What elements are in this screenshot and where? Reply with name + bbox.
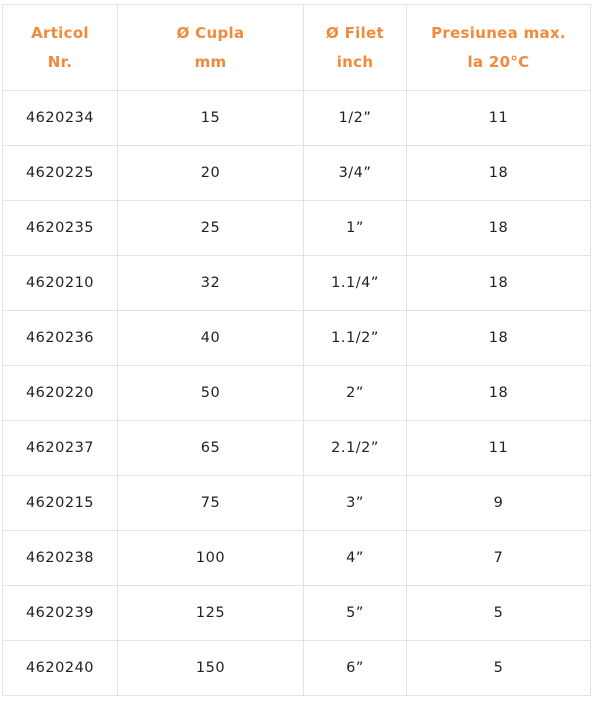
cell-max-pressure: 7 xyxy=(406,530,591,586)
table-row: 4620215 75 3” 9 xyxy=(2,475,591,531)
cell-max-pressure: 18 xyxy=(406,200,591,256)
table-row: 4620235 25 1” 18 xyxy=(2,200,591,256)
cell-coupling-diameter: 32 xyxy=(117,255,304,311)
cell-max-pressure: 11 xyxy=(406,420,591,476)
header-thread-diameter: Ø Filet inch xyxy=(303,4,407,91)
table-row: 4620239 125 5” 5 xyxy=(2,585,591,641)
table-header: Articol Nr. Ø Cupla mm Ø Filet inch Pres… xyxy=(2,4,591,91)
table-row: 4620220 50 2” 18 xyxy=(2,365,591,421)
cell-coupling-diameter: 25 xyxy=(117,200,304,256)
header-line: Ø Filet xyxy=(326,23,384,42)
cell-coupling-diameter: 40 xyxy=(117,310,304,366)
cell-article-number: 4620236 xyxy=(2,310,118,366)
cell-coupling-diameter: 15 xyxy=(117,90,304,146)
header-article-number: Articol Nr. xyxy=(2,4,118,91)
table-row: 4620234 15 1/2” 11 xyxy=(2,90,591,146)
table-row: 4620210 32 1.1/4” 18 xyxy=(2,255,591,311)
header-line: Nr. xyxy=(47,52,73,71)
cell-max-pressure: 9 xyxy=(406,475,591,531)
table-row: 4620238 100 4” 7 xyxy=(2,530,591,586)
cell-max-pressure: 11 xyxy=(406,90,591,146)
cell-article-number: 4620239 xyxy=(2,585,118,641)
cell-article-number: 4620235 xyxy=(2,200,118,256)
header-row: Articol Nr. Ø Cupla mm Ø Filet inch Pres… xyxy=(2,4,591,91)
header-coupling-diameter: Ø Cupla mm xyxy=(117,4,304,91)
cell-article-number: 4620240 xyxy=(2,640,118,696)
header-line: la 20°C xyxy=(467,52,530,71)
table-row: 4620225 20 3/4” 18 xyxy=(2,145,591,201)
cell-thread-diameter: 2.1/2” xyxy=(303,420,407,476)
cell-max-pressure: 18 xyxy=(406,145,591,201)
cell-max-pressure: 5 xyxy=(406,640,591,696)
header-line: Ø Cupla xyxy=(176,23,245,42)
cell-article-number: 4620234 xyxy=(2,90,118,146)
header-line: mm xyxy=(194,52,227,71)
header-line: Presiunea max. xyxy=(431,23,566,42)
cell-max-pressure: 18 xyxy=(406,255,591,311)
cell-coupling-diameter: 50 xyxy=(117,365,304,421)
cell-thread-diameter: 1.1/2” xyxy=(303,310,407,366)
cell-coupling-diameter: 100 xyxy=(117,530,304,586)
cell-coupling-diameter: 150 xyxy=(117,640,304,696)
header-max-pressure: Presiunea max. la 20°C xyxy=(406,4,591,91)
product-spec-table: Articol Nr. Ø Cupla mm Ø Filet inch Pres… xyxy=(2,4,591,696)
cell-article-number: 4620210 xyxy=(2,255,118,311)
cell-article-number: 4620225 xyxy=(2,145,118,201)
table-row: 4620240 150 6” 5 xyxy=(2,640,591,696)
page: Articol Nr. Ø Cupla mm Ø Filet inch Pres… xyxy=(0,0,600,710)
cell-thread-diameter: 1” xyxy=(303,200,407,256)
cell-max-pressure: 5 xyxy=(406,585,591,641)
cell-article-number: 4620237 xyxy=(2,420,118,476)
cell-thread-diameter: 1.1/4” xyxy=(303,255,407,311)
cell-article-number: 4620215 xyxy=(2,475,118,531)
cell-thread-diameter: 1/2” xyxy=(303,90,407,146)
cell-max-pressure: 18 xyxy=(406,365,591,421)
cell-thread-diameter: 5” xyxy=(303,585,407,641)
cell-coupling-diameter: 65 xyxy=(117,420,304,476)
cell-coupling-diameter: 20 xyxy=(117,145,304,201)
cell-thread-diameter: 6” xyxy=(303,640,407,696)
table-body: 4620234 15 1/2” 11 4620225 20 3/4” 18 46… xyxy=(2,90,591,696)
cell-thread-diameter: 4” xyxy=(303,530,407,586)
cell-coupling-diameter: 75 xyxy=(117,475,304,531)
cell-thread-diameter: 3” xyxy=(303,475,407,531)
cell-max-pressure: 18 xyxy=(406,310,591,366)
header-line: Articol xyxy=(31,23,89,42)
cell-thread-diameter: 2” xyxy=(303,365,407,421)
cell-article-number: 4620238 xyxy=(2,530,118,586)
header-line: inch xyxy=(336,52,374,71)
cell-coupling-diameter: 125 xyxy=(117,585,304,641)
cell-thread-diameter: 3/4” xyxy=(303,145,407,201)
cell-article-number: 4620220 xyxy=(2,365,118,421)
table-row: 4620237 65 2.1/2” 11 xyxy=(2,420,591,476)
table-row: 4620236 40 1.1/2” 18 xyxy=(2,310,591,366)
